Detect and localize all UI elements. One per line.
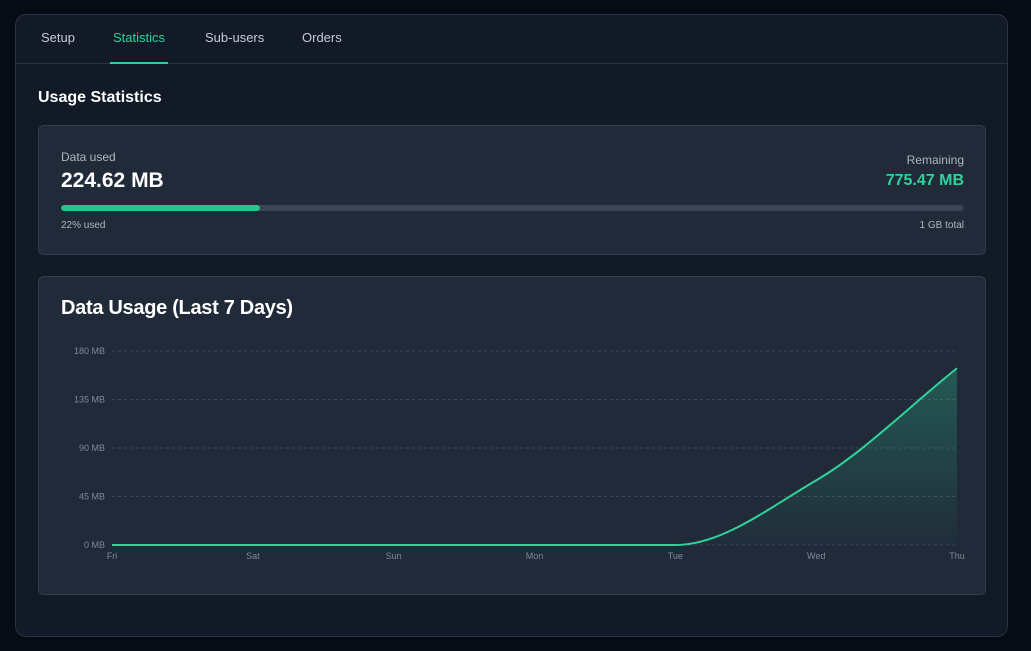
tab-setup[interactable]: Setup: [41, 15, 75, 64]
tab-bar: Setup Statistics Sub-users Orders: [16, 15, 1007, 64]
data-used-label: Data used: [61, 150, 116, 164]
y-tick-label: 0 MB: [84, 540, 105, 550]
total-quota-text: 1 GB total: [919, 220, 964, 231]
data-used-value: 224.62 MB: [61, 169, 164, 192]
remaining-value: 775.47 MB: [885, 172, 964, 189]
x-tick-label: Mon: [526, 551, 544, 561]
x-tick-label: Tue: [668, 551, 683, 561]
x-tick-label: Thu: [949, 551, 965, 561]
x-tick-label: Sun: [386, 551, 402, 561]
data-usage-chart: 0 MB 45 MB 90 MB 135 MB 180 MB Fri Sat Sun Mon Tu…: [74, 346, 965, 561]
x-tick-label: Sat: [246, 551, 260, 561]
tab-orders[interactable]: Orders: [302, 15, 342, 64]
statistics-panel: Setup Statistics Sub-users Orders Usage …: [15, 14, 1008, 637]
y-tick-label: 135 MB: [74, 395, 105, 405]
page-title: Usage Statistics: [38, 89, 162, 106]
y-tick-label: 90 MB: [79, 443, 105, 453]
usage-summary-card: Data used 224.62 MB Remaining 775.47 MB …: [38, 125, 986, 255]
usage-progress-fill: [61, 205, 260, 211]
x-tick-label: Fri: [107, 551, 118, 561]
x-tick-label: Wed: [807, 551, 825, 561]
tab-statistics[interactable]: Statistics: [110, 15, 169, 64]
percent-used-text: 22% used: [61, 220, 106, 231]
data-usage-chart-card: Data Usage (Last 7 Days) 0 MB 45 MB 90 MB 1…: [38, 276, 986, 595]
y-tick-label: 45 MB: [79, 492, 105, 502]
y-tick-label: 180 MB: [74, 346, 105, 356]
tab-sub-users[interactable]: Sub-users: [205, 15, 264, 64]
series-area: [112, 368, 957, 545]
remaining-label: Remaining: [906, 153, 964, 167]
usage-progress-bar: [61, 205, 964, 211]
